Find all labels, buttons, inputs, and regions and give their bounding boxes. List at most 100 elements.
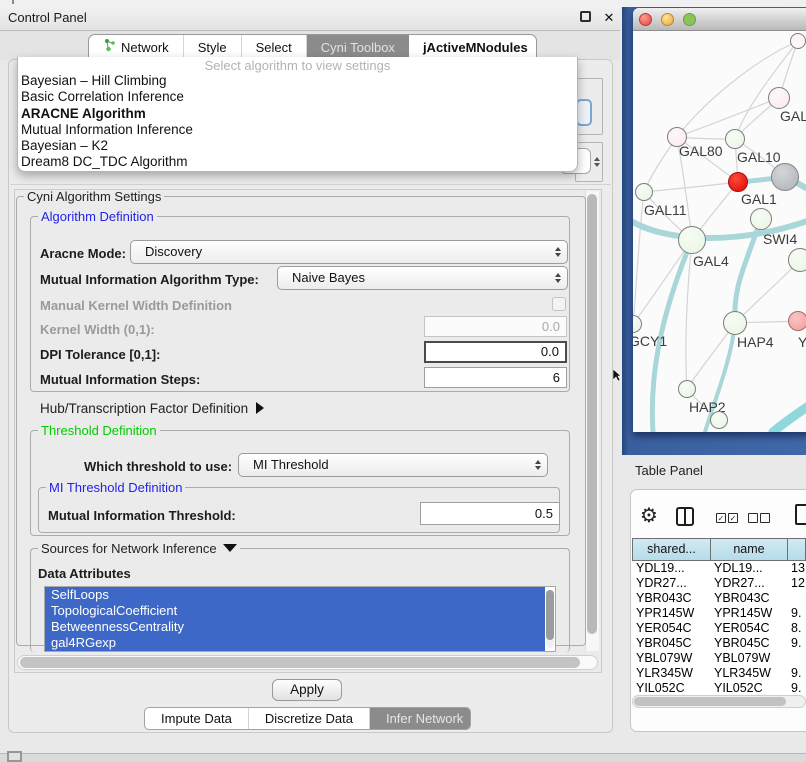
expanded-arrow-icon[interactable]: [223, 544, 237, 552]
aracne-mode-select[interactable]: Discovery: [130, 240, 568, 264]
table-row[interactable]: YIL052CYIL052C9.: [632, 681, 806, 694]
node-gal4[interactable]: [678, 226, 706, 254]
table-cell: 9.: [787, 681, 806, 694]
mi-threshold-group-title: MI Threshold Definition: [46, 481, 185, 494]
which-threshold-value: MI Threshold: [253, 457, 329, 472]
network-view-panel: GALGAL80GAL10GAL1GAL11SWI4GAL4GCY1HAP4YH…: [622, 7, 806, 455]
hub-definition-expander[interactable]: Hub/Transcription Factor Definition: [40, 401, 264, 416]
node-label-gal11: GAL11: [644, 202, 687, 218]
column-header-name[interactable]: name: [710, 538, 787, 561]
attribute-item-betweennesscentrality[interactable]: BetweennessCentrality: [45, 619, 545, 635]
collapsed-panel-icon[interactable]: [7, 751, 22, 762]
table-cell: YBL079W: [632, 651, 710, 666]
node-label-gal1: GAL1: [741, 191, 777, 207]
which-threshold-label: Which threshold to use:: [84, 459, 232, 474]
node-hap2[interactable]: [678, 380, 696, 398]
node-label-gal80: GAL80: [679, 143, 723, 159]
table-cell: 9.: [787, 606, 806, 621]
node-label-gcy1: GCY1: [633, 333, 667, 349]
column-header-shared[interactable]: shared...: [632, 538, 710, 561]
algorithm-item-basic-correlation-inference[interactable]: Basic Correlation Inference: [18, 89, 577, 105]
network-window: GALGAL80GAL10GAL1GAL11SWI4GAL4GCY1HAP4YH…: [633, 8, 806, 432]
panel-divider: [10, 184, 611, 185]
unchecked-columns-icon-2[interactable]: [760, 513, 770, 523]
mi-steps-label: Mutual Information Steps:: [40, 372, 200, 387]
document-icon[interactable]: [795, 504, 806, 525]
table-row[interactable]: YDR27...YDR27...12: [632, 576, 806, 591]
float-icon[interactable]: [580, 11, 591, 22]
table-row[interactable]: YER054CYER054C8.: [632, 621, 806, 636]
table-cell: YER054C: [632, 621, 710, 636]
checked-columns-icon-2[interactable]: ✓: [728, 513, 738, 523]
attribute-item-topologicalcoefficient[interactable]: TopologicalCoefficient: [45, 603, 545, 619]
node-hap4[interactable]: [723, 311, 747, 335]
apply-button[interactable]: Apply: [272, 679, 342, 701]
node-label-swi4: SWI4: [763, 231, 797, 247]
network-window-titlebar[interactable]: [633, 8, 806, 31]
table-row[interactable]: YBR045CYBR045C9.: [632, 636, 806, 651]
tab-discretize-data[interactable]: Discretize Data: [249, 708, 370, 729]
zoom-traffic-light[interactable]: [683, 13, 696, 26]
node-gal1[interactable]: [728, 172, 748, 192]
vertical-scrollbar-thumb[interactable]: [587, 194, 597, 634]
node-gal10[interactable]: [725, 129, 745, 149]
collapsed-arrow-icon[interactable]: [256, 402, 264, 414]
cyni-algorithm-settings-title: Cyni Algorithm Settings: [24, 190, 164, 203]
attribute-item-selfloops[interactable]: SelfLoops: [45, 587, 545, 603]
minimize-traffic-light[interactable]: [661, 13, 674, 26]
manual-kernel-width-checkbox[interactable]: [552, 297, 566, 311]
network-canvas[interactable]: GALGAL80GAL10GAL1GAL11SWI4GAL4GCY1HAP4YH…: [633, 31, 806, 432]
table-cell: YPR145W: [632, 606, 710, 621]
mi-algorithm-type-select[interactable]: Naive Bayes: [277, 266, 568, 290]
tab-impute-data[interactable]: Impute Data: [145, 708, 249, 729]
kernel-width-field[interactable]: 0.0: [424, 316, 567, 337]
control-panel-titlebar: Control Panel: [0, 5, 620, 31]
table-row[interactable]: YDL19...YDL19...13: [632, 561, 806, 576]
mi-steps-field[interactable]: 6: [424, 367, 567, 388]
list-scrollbar[interactable]: [546, 590, 554, 648]
node-unlabeled[interactable]: [771, 163, 799, 191]
data-attributes-list[interactable]: SelfLoopsTopologicalCoefficientBetweenne…: [44, 586, 556, 652]
sources-expander[interactable]: Sources for Network Inference: [38, 542, 240, 555]
table-row[interactable]: YPR145WYPR145W9.: [632, 606, 806, 621]
algorithm-item-bayesian-hill-climbing[interactable]: Bayesian – Hill Climbing: [18, 73, 577, 89]
bottom-strip: [0, 753, 806, 762]
node-gal[interactable]: [768, 87, 790, 109]
tab-infer-network[interactable]: Infer Network: [370, 708, 471, 729]
table-cell: YIL052C: [632, 681, 710, 694]
checked-columns-icon[interactable]: ✓: [716, 513, 726, 523]
list-scrollbar-thumb[interactable]: [546, 590, 554, 640]
close-traffic-light[interactable]: [639, 13, 652, 26]
unchecked-columns-icon[interactable]: [748, 513, 758, 523]
column-header-cut[interactable]: [787, 538, 806, 561]
node-unlabeled[interactable]: [790, 33, 806, 49]
algorithm-item-mutual-information-inference[interactable]: Mutual Information Inference: [18, 122, 577, 138]
algorithm-item-aracne-algorithm[interactable]: ARACNE Algorithm: [18, 106, 577, 122]
algorithm-item-bayesian-k2[interactable]: Bayesian – K2: [18, 138, 577, 154]
obscured-focused-button-fragment[interactable]: [576, 99, 592, 126]
table-row[interactable]: YLR345WYLR345W9.: [632, 666, 806, 681]
table-row[interactable]: YBR043CYBR043C: [632, 591, 806, 606]
table-horizontal-scrollbar-thumb[interactable]: [634, 697, 786, 706]
node-gal11[interactable]: [635, 183, 653, 201]
table-cell: YPR145W: [710, 606, 787, 621]
algorithm-item-dream8-dc-tdc-algorithm[interactable]: Dream8 DC_TDC Algorithm: [18, 154, 577, 170]
attribute-item-gal4rgexp[interactable]: gal4RGexp: [45, 635, 545, 651]
table-row[interactable]: YBL079WYBL079W: [632, 651, 806, 666]
columns-icon[interactable]: [676, 507, 694, 526]
table-cell: 13: [787, 561, 806, 576]
obscured-spinner-fragment[interactable]: [592, 152, 602, 172]
mi-threshold-field[interactable]: 0.5: [420, 502, 560, 525]
dpi-tolerance-field[interactable]: 0.0: [424, 341, 567, 363]
node-swi4[interactable]: [750, 208, 772, 230]
node-unlabeled[interactable]: [710, 411, 728, 429]
horizontal-scrollbar-thumb[interactable]: [20, 657, 580, 668]
close-icon[interactable]: ✕: [601, 5, 617, 31]
gear-icon[interactable]: ⚙: [640, 504, 658, 528]
which-threshold-select[interactable]: MI Threshold: [238, 453, 548, 477]
node-y[interactable]: [788, 311, 806, 331]
table-panel-title: Table Panel: [635, 463, 703, 478]
table-cell: 8.: [787, 621, 806, 636]
manual-kernel-width-label: Manual Kernel Width Definition: [40, 298, 232, 313]
node-unlabeled[interactable]: [788, 248, 806, 272]
